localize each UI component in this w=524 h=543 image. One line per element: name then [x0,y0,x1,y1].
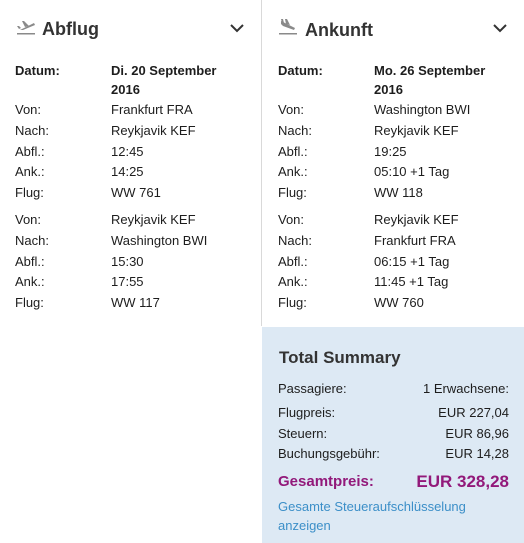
departure-label: Abfl.: [15,144,45,159]
outbound-header[interactable]: Abflug [0,15,261,45]
flight-value: WW 761 [111,185,161,200]
to-label: Nach: [15,233,49,248]
from-value: Reykjavik KEF [374,212,459,227]
fare-value: EUR 227,04 [438,405,509,420]
departure-value: 06:15 +1 Tag [374,254,450,269]
booking-fee-value: EUR 14,28 [445,446,509,461]
flight-value: WW 118 [374,185,423,200]
to-value: Reykjavik KEF [374,123,459,138]
chevron-down-icon[interactable] [492,21,508,33]
from-value: Frankfurt FRA [111,102,193,117]
date-year: 2016 [111,82,140,97]
from-label: Von: [278,102,305,117]
from-label: Von: [15,212,42,227]
fare-label: Flugpreis: [278,405,336,420]
departure-label: Abfl.: [15,254,45,269]
outbound-title: Abflug [42,19,99,39]
departure-value: 12:45 [111,144,144,159]
arrival-value: 05:10 +1 Tag [374,164,450,179]
departure-value: 15:30 [111,254,144,269]
to-value: Frankfurt FRA [374,233,456,248]
inbound-header[interactable]: Ankunft [262,15,524,45]
passengers-label: Passagiere: [278,381,347,396]
arrival-label: Ank.: [15,164,45,179]
taxes-value: EUR 86,96 [445,426,509,441]
date-label: Datum: [278,63,323,78]
to-value: Washington BWI [111,233,208,248]
from-label: Von: [278,212,305,227]
total-summary-panel: Total Summary Passagiere: 1 Erwachsene: … [262,327,524,543]
outbound-panel: Abflug Datum: Di. 20 September 2016 Von:… [0,0,261,543]
total-label: Gesamtpreis: [278,473,374,490]
departure-label: Abfl.: [278,144,308,159]
booking-fee-label: Buchungsgebühr: [278,446,380,461]
flight-value: WW 760 [374,295,424,310]
inbound-title: Ankunft [305,20,373,40]
flight-label: Flug: [15,185,44,200]
arrival-value: 14:25 [111,164,144,179]
plane-landing-icon [278,18,298,36]
chevron-down-icon[interactable] [229,21,245,33]
arrival-value: 17:55 [111,274,144,289]
tax-breakdown-link[interactable]: Gesamte Steueraufschlüsselung anzeigen [278,497,498,535]
summary-title: Total Summary [279,348,401,367]
arrival-value: 11:45 +1 Tag [374,274,449,289]
date-value: Mo. 26 September [374,63,486,78]
flight-label: Flug: [15,295,44,310]
date-label: Datum: [15,63,60,78]
date-value: Di. 20 September [111,63,217,78]
to-label: Nach: [278,233,312,248]
from-value: Washington BWI [374,102,471,117]
arrival-label: Ank.: [278,274,308,289]
arrival-label: Ank.: [278,164,308,179]
to-label: Nach: [15,123,49,138]
departure-value: 19:25 [374,144,407,159]
to-label: Nach: [278,123,312,138]
from-value: Reykjavik KEF [111,212,196,227]
date-year: 2016 [374,82,403,97]
total-value: EUR 328,28 [416,472,509,491]
arrival-label: Ank.: [15,274,45,289]
passengers-value: 1 Erwachsene: [423,381,509,396]
to-value: Reykjavik KEF [111,123,196,138]
flight-label: Flug: [278,185,307,200]
from-label: Von: [15,102,42,117]
flight-value: WW 117 [111,295,160,310]
departure-label: Abfl.: [278,254,308,269]
flight-label: Flug: [278,295,307,310]
taxes-label: Steuern: [278,426,328,441]
plane-takeoff-icon [16,18,36,36]
